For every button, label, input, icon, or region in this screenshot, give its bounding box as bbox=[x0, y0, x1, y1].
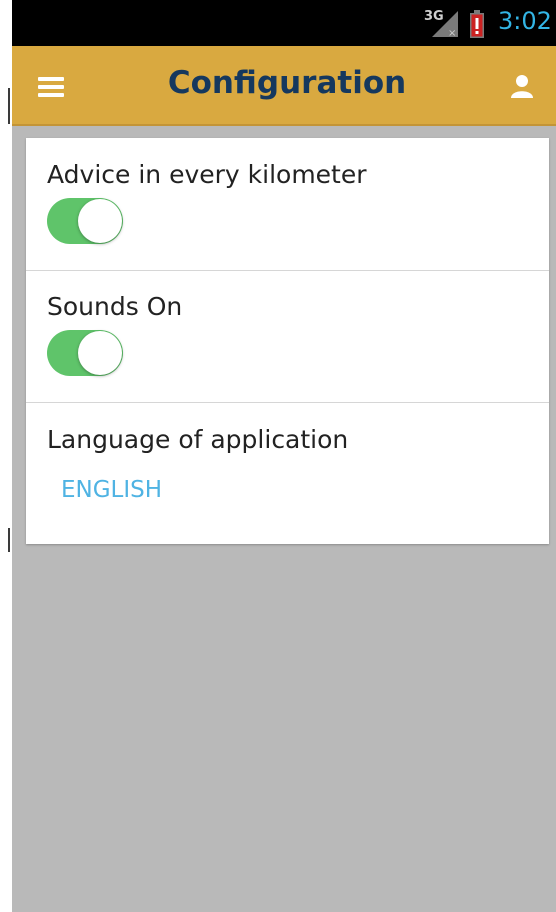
app-screen: × 3G 3:02 Configuration Advice in every … bbox=[12, 0, 556, 912]
edge-mark bbox=[8, 88, 10, 124]
sounds-toggle[interactable] bbox=[47, 330, 123, 376]
setting-label: Sounds On bbox=[47, 292, 183, 321]
page-title: Configuration bbox=[167, 65, 407, 101]
advice-toggle[interactable] bbox=[47, 198, 123, 244]
network-type: 3G bbox=[424, 9, 444, 24]
setting-advice-per-km: Advice in every kilometer bbox=[26, 138, 549, 271]
user-icon[interactable] bbox=[510, 74, 534, 98]
settings-card: Advice in every kilometer Sounds On Lang… bbox=[26, 138, 549, 544]
status-bar: × 3G 3:02 bbox=[12, 0, 556, 46]
toggle-knob bbox=[78, 331, 122, 375]
setting-language: Language of application ENGLISH bbox=[26, 403, 549, 544]
svg-text:×: × bbox=[448, 28, 456, 39]
setting-label: Advice in every kilometer bbox=[47, 160, 367, 189]
language-select[interactable]: ENGLISH bbox=[61, 477, 162, 503]
toggle-knob bbox=[78, 199, 122, 243]
status-time: 3:02 bbox=[498, 7, 552, 35]
screen-edge bbox=[0, 0, 12, 912]
setting-label: Language of application bbox=[47, 425, 349, 454]
app-bar: Configuration bbox=[12, 46, 556, 126]
battery-alert-icon bbox=[470, 10, 484, 38]
edge-mark bbox=[8, 528, 10, 552]
setting-sounds: Sounds On bbox=[26, 270, 549, 403]
